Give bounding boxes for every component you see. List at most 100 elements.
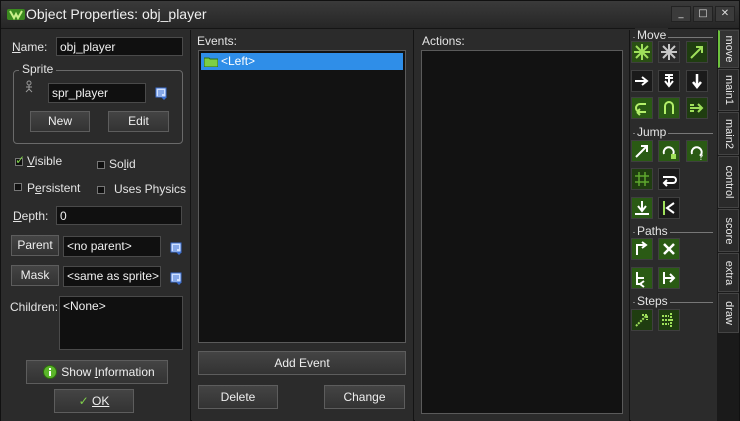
minimize-button[interactable]: _ <box>671 6 691 22</box>
jump-to-start-icon <box>659 141 679 161</box>
move-free-action[interactable] <box>658 41 680 63</box>
tab-control[interactable]: control <box>718 156 739 208</box>
reverse-horizontal-action[interactable] <box>631 97 653 119</box>
speed-vertical-icon <box>659 71 679 91</box>
tab-draw[interactable]: draw <box>718 293 739 333</box>
events-panel: Events: <Left> Add Event Delete Change <box>192 30 414 421</box>
jump-random-action[interactable]: ? <box>686 140 708 162</box>
friction-icon <box>687 98 707 118</box>
gravity-icon <box>687 71 707 91</box>
reverse-horizontal-icon <box>632 98 652 118</box>
mask-button[interactable]: Mask <box>11 265 59 286</box>
ok-label: OK <box>92 394 110 408</box>
persistent-label: Persistent <box>27 181 81 195</box>
depth-input[interactable]: 0 <box>56 206 182 225</box>
friction-action[interactable] <box>686 97 708 119</box>
name-label: Name: <box>12 40 48 54</box>
steps-section-title: Steps <box>635 294 670 308</box>
change-event-button[interactable]: Change <box>324 385 405 409</box>
solid-checkbox[interactable] <box>97 161 105 169</box>
parent-button[interactable]: Parent <box>11 235 59 256</box>
actions-panel: Actions: <box>415 30 630 421</box>
set-path-action[interactable] <box>631 238 653 260</box>
actions-list[interactable] <box>421 50 623 414</box>
title-bar[interactable]: Object Properties: obj_player _ □ ✕ <box>1 1 739 29</box>
move-fixed-icon <box>632 42 652 62</box>
bounce-icon <box>659 198 679 218</box>
tab-move-label: move <box>723 35 735 63</box>
new-sprite-button[interactable]: New <box>30 111 90 132</box>
path-speed-action[interactable] <box>658 267 680 289</box>
edit-sprite-button[interactable]: Edit <box>108 111 169 132</box>
tab-extra-label: extra <box>722 260 735 285</box>
solid-label: Solid <box>109 157 136 171</box>
tab-extra[interactable]: extra <box>718 253 739 292</box>
tab-main2-label: main2 <box>722 118 735 149</box>
end-path-icon <box>659 239 679 259</box>
svg-text:?: ? <box>699 153 703 161</box>
event-folder-icon <box>204 57 218 67</box>
reverse-vertical-action[interactable] <box>658 97 680 119</box>
mask-menu-icon[interactable] <box>170 272 182 285</box>
persistent-checkbox[interactable] <box>14 183 22 191</box>
path-speed-icon <box>659 268 679 288</box>
delete-event-button[interactable]: Delete <box>198 385 278 409</box>
name-input[interactable]: obj_player <box>56 37 183 56</box>
sprite-placeholder-icon <box>25 80 33 93</box>
maximize-button[interactable]: □ <box>693 6 713 22</box>
palette-tabs: move main1 main2 control score extra dra… <box>717 30 739 421</box>
tab-main1-label: main1 <box>722 75 735 105</box>
event-item-left[interactable]: <Left> <box>201 53 403 70</box>
close-button[interactable]: ✕ <box>715 6 735 22</box>
speed-horizontal-action[interactable] <box>631 70 653 92</box>
jump-to-position-action[interactable] <box>631 140 653 162</box>
add-event-button[interactable]: Add Event <box>198 351 406 375</box>
properties-panel: Name: obj_player Sprite spr_player New E… <box>1 30 191 421</box>
ok-check-icon: ✓ <box>78 394 89 408</box>
events-list[interactable]: <Left> <box>198 50 406 343</box>
events-label: Events: <box>197 34 238 48</box>
children-list[interactable]: <None> <box>59 296 183 350</box>
parent-menu-icon[interactable] <box>170 242 182 255</box>
end-path-action[interactable] <box>658 238 680 260</box>
tab-main1[interactable]: main1 <box>718 69 739 111</box>
tab-draw-label: draw <box>722 301 735 325</box>
wrap-screen-icon <box>659 169 679 189</box>
uses-physics-label: Uses Physics <box>114 182 187 196</box>
visible-checkbox[interactable] <box>15 153 25 167</box>
gravity-action[interactable] <box>686 70 708 92</box>
step-avoiding-action[interactable] <box>658 309 680 331</box>
bounce-action[interactable] <box>658 197 680 219</box>
ok-button[interactable]: ✓ OK <box>54 389 134 413</box>
speed-horizontal-icon <box>632 71 652 91</box>
wrap-screen-action[interactable] <box>658 168 680 190</box>
speed-vertical-action[interactable] <box>658 70 680 92</box>
jump-section-title: Jump <box>635 125 669 139</box>
move-to-contact-action[interactable] <box>631 197 653 219</box>
sprite-menu-icon[interactable] <box>155 87 167 100</box>
action-palette: Move Jump ? Paths Steps <box>631 28 717 421</box>
align-to-grid-action[interactable] <box>631 168 653 190</box>
tab-main2[interactable]: main2 <box>718 112 739 155</box>
paths-section-title: Paths <box>635 224 670 238</box>
align-to-grid-icon <box>632 169 652 189</box>
step-towards-action[interactable] <box>631 309 653 331</box>
path-position-action[interactable] <box>631 267 653 289</box>
sprite-input[interactable]: spr_player <box>48 83 146 103</box>
mask-input[interactable]: <same as sprite> <box>63 266 161 287</box>
move-free-icon <box>659 42 679 62</box>
uses-physics-checkbox[interactable] <box>97 186 105 194</box>
show-information-button[interactable]: Show Information <box>26 360 168 384</box>
object-icon <box>7 9 25 21</box>
move-towards-action[interactable] <box>686 41 708 63</box>
tab-move[interactable]: move <box>718 30 739 68</box>
parent-input[interactable]: <no parent> <box>63 236 161 257</box>
jump-to-start-action[interactable] <box>658 140 680 162</box>
jump-to-position-icon <box>632 141 652 161</box>
move-fixed-action[interactable] <box>631 41 653 63</box>
object-properties-window: Object Properties: obj_player _ □ ✕ Name… <box>0 0 740 421</box>
step-towards-icon <box>632 310 652 330</box>
move-towards-icon <box>687 42 707 62</box>
tab-score[interactable]: score <box>718 209 739 252</box>
window-title: Object Properties: obj_player <box>26 6 207 22</box>
